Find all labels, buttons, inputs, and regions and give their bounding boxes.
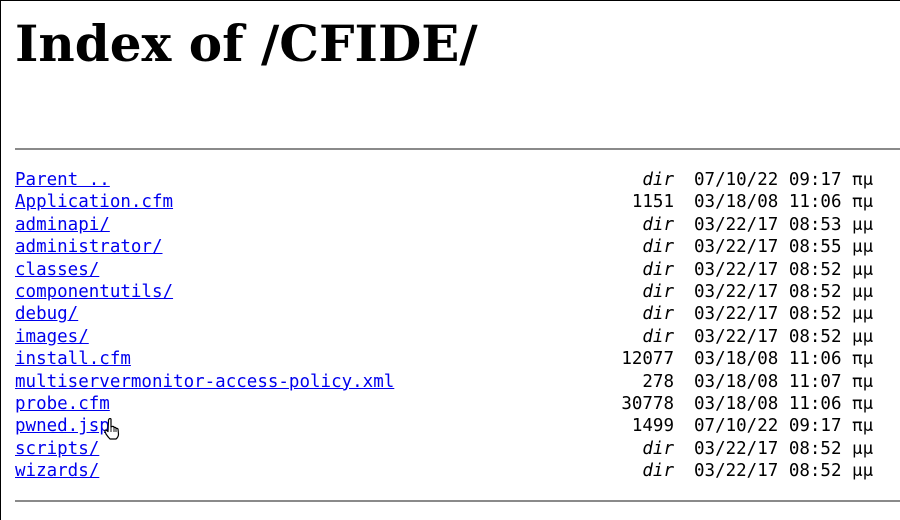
file-link[interactable]: debug/ <box>15 303 78 325</box>
entry-size: dir <box>642 304 674 325</box>
listing-row: wizards/dir 03/22/17 08:52 μμ <box>15 460 900 482</box>
listing-row: debug/dir 03/22/17 08:52 μμ <box>15 303 900 325</box>
bottom-divider <box>15 500 900 502</box>
listing-row: scripts/dir 03/22/17 08:52 μμ <box>15 438 900 460</box>
listing-row: multiservermonitor-access-policy.xml 278 0… <box>15 371 900 393</box>
entry-modified-date: 03/18/08 11:07 πμ <box>694 371 874 392</box>
file-link[interactable]: adminapi/ <box>15 214 110 236</box>
file-link[interactable]: componentutils/ <box>15 281 173 303</box>
entry-modified-date: 03/22/17 08:52 μμ <box>694 326 874 347</box>
listing-row: Application.cfm 1151 03/18/08 11:06 πμ <box>15 191 900 213</box>
file-link[interactable]: classes/ <box>15 259 99 281</box>
entry-size: dir <box>642 326 674 347</box>
entry-modified-date: 03/22/17 08:52 μμ <box>694 281 874 302</box>
entry-size: 1151 <box>631 192 674 213</box>
entry-modified-date: 03/22/17 08:52 μμ <box>694 304 874 325</box>
file-link[interactable]: Application.cfm <box>15 191 173 213</box>
entry-modified-date: 03/18/08 11:06 πμ <box>694 192 874 213</box>
file-link[interactable]: wizards/ <box>15 460 99 482</box>
entry-size: 30778 <box>621 393 674 414</box>
entry-size: dir <box>642 237 674 258</box>
page-title: Index of /CFIDE/ <box>15 14 478 73</box>
entry-modified-date: 03/22/17 08:52 μμ <box>694 438 874 459</box>
file-link[interactable]: scripts/ <box>15 438 99 460</box>
listing-row: Parent .. dir 07/10/22 09:17 πμ <box>15 169 900 191</box>
file-link[interactable]: administrator/ <box>15 236 163 258</box>
entry-size: 278 <box>642 371 674 392</box>
file-link[interactable]: multiservermonitor-access-policy.xml <box>15 371 394 393</box>
entry-size: 1499 <box>631 416 674 437</box>
file-link[interactable]: pwned.jsp <box>15 415 110 437</box>
listing-row: adminapi/dir 03/22/17 08:53 μμ <box>15 214 900 236</box>
listing-row: classes/dir 03/22/17 08:52 μμ <box>15 259 900 281</box>
entry-size: dir <box>642 461 674 482</box>
entry-modified-date: 07/10/22 09:17 πμ <box>694 170 874 190</box>
entry-modified-date: 03/18/08 11:06 πμ <box>694 349 874 370</box>
entry-modified-date: 03/18/08 11:06 πμ <box>694 393 874 414</box>
file-link[interactable]: probe.cfm <box>15 393 110 415</box>
entry-size: dir <box>642 170 674 190</box>
listing-row: install.cfm 12077 03/18/08 11:06 πμ <box>15 348 900 370</box>
entry-modified-date: 03/22/17 08:52 μμ <box>694 461 874 482</box>
entry-modified-date: 03/22/17 08:55 μμ <box>694 237 874 258</box>
entry-modified-date: 03/22/17 08:53 μμ <box>694 214 874 235</box>
listing-row: probe.cfm 30778 03/18/08 11:06 πμ <box>15 393 900 415</box>
listing-row: pwned.jsp 1499 07/10/22 09:17 πμ <box>15 415 900 437</box>
entry-size: dir <box>642 259 674 280</box>
file-link[interactable]: install.cfm <box>15 348 131 370</box>
entry-size: 12077 <box>621 349 674 370</box>
top-divider <box>15 148 900 150</box>
entry-modified-date: 03/22/17 08:52 μμ <box>694 259 874 280</box>
entry-size: dir <box>642 281 674 302</box>
entry-size: dir <box>642 438 674 459</box>
parent-directory-link[interactable]: Parent .. <box>15 169 110 191</box>
entry-size: dir <box>642 214 674 235</box>
file-link[interactable]: images/ <box>15 326 89 348</box>
listing-row: images/dir 03/22/17 08:52 μμ <box>15 326 900 348</box>
directory-listing: Parent .. dir 07/10/22 09:17 πμ Application… <box>15 169 900 482</box>
listing-row: administrator/dir 03/22/17 08:55 μμ <box>15 236 900 258</box>
entry-modified-date: 07/10/22 09:17 πμ <box>694 416 874 437</box>
listing-row: componentutils/dir 03/22/17 08:52 μμ <box>15 281 900 303</box>
